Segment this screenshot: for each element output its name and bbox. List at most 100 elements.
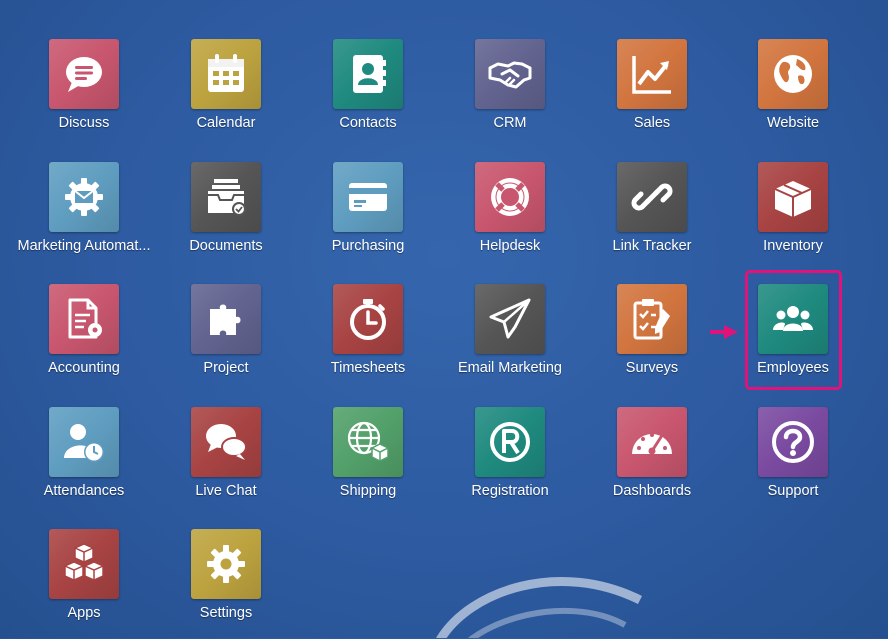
app-contacts[interactable]: Contacts bbox=[298, 39, 438, 149]
app-label: Settings bbox=[199, 605, 253, 621]
box-icon bbox=[774, 181, 812, 217]
pointer-arrow-icon bbox=[710, 325, 738, 339]
app-tile[interactable] bbox=[49, 529, 119, 599]
app-tile[interactable] bbox=[617, 39, 687, 109]
app-tile[interactable] bbox=[191, 162, 261, 232]
app-label: Accounting bbox=[48, 360, 120, 376]
app-tile[interactable] bbox=[191, 284, 261, 354]
app-label: Attendances bbox=[43, 483, 125, 499]
app-tile[interactable] bbox=[49, 407, 119, 477]
app-calendar[interactable]: Calendar bbox=[156, 39, 296, 149]
app-project[interactable]: Project bbox=[156, 284, 296, 394]
registered-icon bbox=[490, 422, 530, 462]
app-label: Purchasing bbox=[331, 238, 405, 254]
app-support[interactable]: Support bbox=[723, 407, 863, 517]
app-label: Helpdesk bbox=[479, 238, 541, 254]
app-tile[interactable] bbox=[475, 162, 545, 232]
lifebuoy-icon bbox=[491, 178, 529, 216]
puzzle-icon bbox=[210, 304, 241, 335]
app-tile[interactable] bbox=[617, 407, 687, 477]
app-label: Marketing Automat... bbox=[17, 238, 151, 254]
app-tile[interactable] bbox=[333, 284, 403, 354]
globe-icon bbox=[774, 55, 812, 93]
app-tile[interactable] bbox=[758, 39, 828, 109]
app-tile[interactable] bbox=[475, 284, 545, 354]
app-label: Website bbox=[766, 115, 820, 131]
app-accounting[interactable]: Accounting bbox=[14, 284, 154, 394]
app-tile[interactable] bbox=[191, 407, 261, 477]
app-registration[interactable]: Registration bbox=[440, 407, 580, 517]
paper-plane-icon bbox=[489, 298, 531, 339]
app-label: Documents bbox=[189, 238, 263, 254]
app-attendances[interactable]: Attendances bbox=[14, 407, 154, 517]
app-label: Contacts bbox=[339, 115, 397, 131]
credit-card-icon bbox=[349, 183, 387, 211]
globe-package-icon bbox=[347, 421, 389, 462]
app-tile[interactable] bbox=[333, 39, 403, 109]
app-label: Calendar bbox=[196, 115, 256, 131]
app-tile[interactable] bbox=[49, 162, 119, 232]
users-icon bbox=[773, 306, 813, 331]
app-tile[interactable] bbox=[49, 39, 119, 109]
app-tile[interactable] bbox=[475, 39, 545, 109]
app-label: Surveys bbox=[625, 360, 679, 376]
app-live-chat[interactable]: Live Chat bbox=[156, 407, 296, 517]
address-book-icon bbox=[353, 55, 386, 93]
app-tile[interactable] bbox=[617, 284, 687, 354]
app-website[interactable]: Website bbox=[723, 39, 863, 149]
app-dashboards[interactable]: Dashboards bbox=[582, 407, 722, 517]
app-crm[interactable]: CRM bbox=[440, 39, 580, 149]
app-label: Link Tracker bbox=[612, 238, 692, 254]
app-inventory[interactable]: Inventory bbox=[723, 162, 863, 272]
app-settings[interactable]: Settings bbox=[156, 529, 296, 639]
gear-envelope-icon bbox=[65, 178, 103, 216]
app-discuss[interactable]: Discuss bbox=[14, 39, 154, 149]
inbox-tray-icon bbox=[208, 179, 246, 216]
app-email-marketing[interactable]: Email Marketing bbox=[440, 284, 580, 394]
app-marketing-automation[interactable]: Marketing Automat... bbox=[14, 162, 154, 272]
app-label: CRM bbox=[493, 115, 527, 131]
app-label: Registration bbox=[471, 483, 549, 499]
calendar-icon bbox=[208, 54, 244, 92]
app-label: Email Marketing bbox=[458, 360, 562, 376]
app-tile[interactable] bbox=[617, 162, 687, 232]
app-label: Live Chat bbox=[195, 483, 257, 499]
app-apps[interactable]: Apps bbox=[14, 529, 154, 639]
app-label: Inventory bbox=[763, 238, 823, 254]
app-tile[interactable] bbox=[333, 162, 403, 232]
app-label: Shipping bbox=[339, 483, 397, 499]
link-icon bbox=[631, 183, 673, 211]
chat-bubble-icon bbox=[66, 57, 102, 92]
app-label: Timesheets bbox=[330, 360, 406, 376]
app-tile[interactable] bbox=[191, 529, 261, 599]
app-tile[interactable] bbox=[191, 39, 261, 109]
app-helpdesk[interactable]: Helpdesk bbox=[440, 162, 580, 272]
app-sales[interactable]: Sales bbox=[582, 39, 722, 149]
app-label: Support bbox=[767, 483, 819, 499]
app-label: Discuss bbox=[58, 115, 110, 131]
handshake-icon bbox=[488, 61, 532, 89]
app-link-tracker[interactable]: Link Tracker bbox=[582, 162, 722, 272]
app-label: Sales bbox=[633, 115, 671, 131]
app-label: Dashboards bbox=[612, 483, 692, 499]
app-purchasing[interactable]: Purchasing bbox=[298, 162, 438, 272]
document-gear-icon bbox=[68, 298, 102, 339]
app-shipping[interactable]: Shipping bbox=[298, 407, 438, 517]
app-label: Apps bbox=[67, 605, 101, 621]
checklist-icon bbox=[633, 299, 670, 340]
app-tile[interactable] bbox=[333, 407, 403, 477]
trending-chart-icon bbox=[632, 56, 671, 94]
app-label: Project bbox=[203, 360, 249, 376]
app-tile[interactable] bbox=[758, 162, 828, 232]
app-timesheets[interactable]: Timesheets bbox=[298, 284, 438, 394]
app-surveys[interactable]: Surveys bbox=[582, 284, 722, 394]
app-tile[interactable] bbox=[49, 284, 119, 354]
cubes-icon bbox=[64, 543, 104, 581]
user-clock-icon bbox=[64, 424, 104, 462]
app-documents[interactable]: Documents bbox=[156, 162, 296, 272]
gear-icon bbox=[207, 545, 245, 583]
app-tile[interactable] bbox=[475, 407, 545, 477]
app-tile[interactable] bbox=[758, 407, 828, 477]
chat-bubbles-icon bbox=[206, 424, 247, 460]
gauge-icon bbox=[632, 433, 672, 455]
